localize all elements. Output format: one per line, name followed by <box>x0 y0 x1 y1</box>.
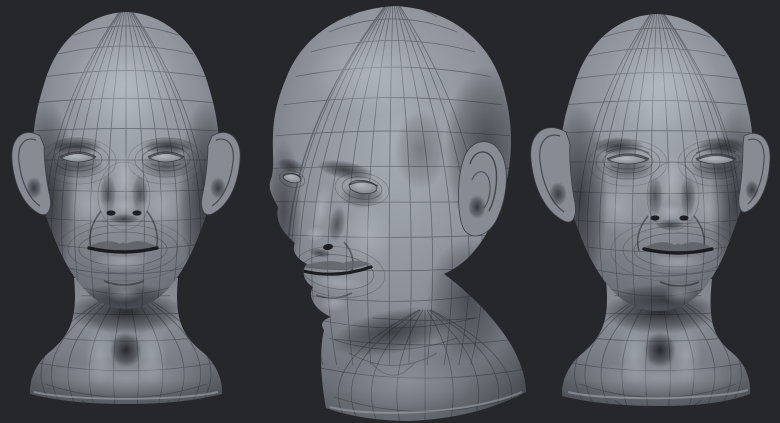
nose-tip-highlight <box>305 226 325 242</box>
ear-concha-shadow <box>468 195 486 219</box>
nostril-left <box>651 215 660 220</box>
neck-front-light <box>338 354 478 410</box>
nostril-right <box>133 210 142 215</box>
under-nose-shadow <box>109 214 139 224</box>
viewport: front view <box>0 0 780 423</box>
nostril-right <box>680 215 689 220</box>
chin-highlight <box>320 294 348 312</box>
chin-highlight <box>107 283 141 303</box>
forehead-highlight <box>604 36 720 132</box>
ear-concha-shadow <box>26 177 42 199</box>
shoulder-light-band <box>572 360 748 396</box>
viewport-canvas[interactable]: front view <box>0 0 780 423</box>
skull-highlight <box>310 28 434 116</box>
ear-concha-shadow <box>210 177 226 199</box>
nostril-left <box>107 210 116 215</box>
temple-shadow <box>394 110 446 190</box>
ear-concha-shadow <box>549 182 567 206</box>
ear-concha-shadow <box>745 180 759 200</box>
under-nose-shadow <box>655 220 685 230</box>
forehead-highlight <box>66 34 182 130</box>
shoulder-light-band <box>38 360 214 396</box>
cheek-highlight-left <box>598 182 638 234</box>
